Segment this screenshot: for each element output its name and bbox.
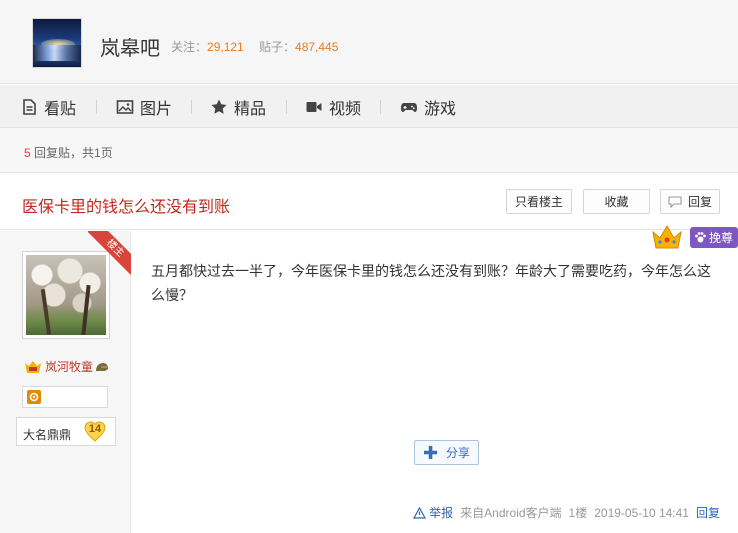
crown-icon	[652, 225, 682, 249]
forum-header: 岚皋吧 关注：29,121 贴子：487,445	[0, 0, 738, 84]
forum-name[interactable]: 岚皋吧	[100, 32, 160, 61]
post-author-column: 楼主 岚河牧童 大名鼎鼎 14	[0, 231, 132, 533]
image-icon	[116, 99, 134, 114]
nav-item-posts[interactable]: 看贴	[20, 85, 76, 128]
reply-button[interactable]: 回复	[660, 189, 720, 214]
posts-label: 贴子：	[259, 40, 296, 54]
reply-button-label: 回复	[687, 195, 712, 209]
post-content: 五月都快过去一半了，今年医保卡里的钱怎么还没有到账？年龄大了需要吃药，今年怎么这…	[151, 263, 711, 303]
share-button-label: 分享	[446, 446, 471, 460]
post-timestamp: 2019-05-10 14:41	[594, 505, 689, 520]
posts-count: 487,445	[295, 40, 339, 54]
plus-icon: ✚	[422, 442, 439, 463]
author-name[interactable]: 岚河牧童	[45, 358, 93, 375]
thread-title: 医保卡里的钱怎么还没有到账	[22, 199, 231, 216]
reply-count-suffix: 回复贴，共1页	[34, 146, 113, 160]
report-label: 举报	[429, 506, 454, 520]
vip-icon	[25, 360, 41, 373]
follow-count: 29,121	[207, 40, 244, 54]
level-box: 大名鼎鼎 14	[16, 417, 116, 446]
level-number: 14	[88, 423, 102, 435]
report-link[interactable]: 举报	[413, 504, 453, 521]
follow-stat: 关注：29,121	[171, 38, 244, 55]
post-floor: 1楼	[568, 506, 588, 520]
nav-item-images[interactable]: 图片	[116, 85, 172, 128]
comment-icon	[668, 195, 682, 208]
forum-avatar[interactable]	[32, 18, 82, 68]
nav-item-featured[interactable]: 精品	[210, 85, 266, 128]
favorite-button[interactable]: 收藏	[583, 189, 650, 214]
share-button[interactable]: ✚ 分享	[414, 440, 479, 465]
crown-tag-label: 挽尊	[709, 231, 734, 245]
nav-label-video: 视频	[329, 100, 362, 118]
badge-box	[22, 386, 108, 408]
op-ribbon-label: 楼主	[88, 231, 132, 275]
op-ribbon: 楼主	[88, 231, 132, 275]
thread-title-row: 医保卡里的钱怎么还没有到账 只看楼主 收藏 回复	[0, 174, 738, 230]
crown-badge[interactable]: 挽尊	[634, 224, 738, 254]
nav-label-games: 游戏	[424, 100, 457, 118]
posts-stat: 贴子：487,445	[259, 38, 338, 55]
crown-tag: 挽尊	[690, 227, 738, 248]
nav-label-posts: 看贴	[44, 100, 77, 118]
star-icon	[211, 99, 227, 114]
nav-item-video[interactable]: 视频	[305, 85, 361, 128]
nav-label-featured: 精品	[234, 100, 267, 118]
video-icon	[306, 101, 322, 112]
member-badge-icon[interactable]	[27, 390, 41, 404]
post-source: 来自Android客户端	[460, 506, 562, 520]
post-content-column: 挽尊 五月都快过去一半了，今年医保卡里的钱怎么还没有到账？年龄大了需要吃药，今年…	[131, 225, 738, 533]
nav-label-images: 图片	[140, 100, 173, 118]
author-row: 岚河牧童	[24, 358, 109, 375]
nav-bar: 看贴 图片 精品 视频 游戏	[0, 85, 738, 128]
nav-item-games[interactable]: 游戏	[400, 85, 456, 128]
paw-icon	[695, 232, 706, 243]
post-reply-link[interactable]: 回复	[696, 504, 720, 521]
only-op-button[interactable]: 只看楼主	[506, 189, 572, 214]
post-meta: 举报 来自Android客户端 1楼 2019-05-10 14:41 回复	[413, 504, 720, 521]
reply-count-bar: 5 回复贴，共1页	[0, 128, 738, 173]
reply-count: 5 回复贴，共1页	[24, 144, 113, 161]
gamepad-icon	[401, 102, 417, 112]
reply-count-number: 5	[24, 146, 31, 160]
follow-label: 关注：	[171, 40, 208, 54]
helmet-icon	[96, 362, 109, 371]
warning-icon	[413, 506, 427, 519]
level-name: 大名鼎鼎	[23, 428, 72, 442]
document-icon	[23, 98, 36, 115]
